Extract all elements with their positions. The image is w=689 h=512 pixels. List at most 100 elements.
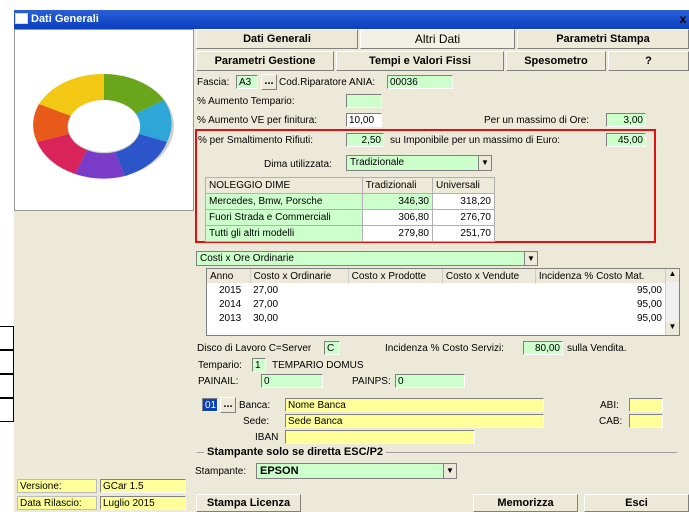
costi-cell: 95,00 xyxy=(636,298,662,310)
fascia-field[interactable]: A3 xyxy=(236,75,258,89)
company-logo xyxy=(14,29,194,211)
iban-field[interactable] xyxy=(285,430,475,444)
tab-tempi-valori-fissi[interactable]: Tempi e Valori Fissi xyxy=(336,51,504,71)
aumento-ve-field[interactable]: 10,00 xyxy=(346,113,382,127)
tab-parametri-stampa[interactable]: Parametri Stampa xyxy=(517,29,689,49)
cod-riparatore-label: Cod.Riparatore ANIA: xyxy=(279,77,376,88)
costi-header-prodotte: Costo x Prodotte xyxy=(348,269,443,283)
stampante-select[interactable]: EPSON ▼ xyxy=(256,463,457,479)
banca-lookup-button[interactable]: ... xyxy=(220,397,236,413)
painps-field[interactable]: 0 xyxy=(395,374,465,388)
title-bar: Dati Generali x xyxy=(14,10,689,29)
fascia-lookup-button[interactable]: ... xyxy=(261,74,277,90)
costi-select-value: Costi x Ore Ordinarie xyxy=(200,253,294,264)
costi-cell: 27,00 xyxy=(253,298,279,310)
abi-field[interactable] xyxy=(629,398,663,412)
dima-label: Dima utilizzata: xyxy=(264,159,332,170)
dati-generali-window: Dati Generali x Dati Generali Altri Dati… xyxy=(14,10,689,512)
table-row: Fuori Strada e Commerciali 306,80 276,70 xyxy=(205,209,495,226)
painps-label: PAINPS: xyxy=(352,376,391,387)
dime-cell[interactable]: 251,70 xyxy=(432,225,495,242)
costi-cell xyxy=(442,297,535,311)
iban-label: IBAN xyxy=(255,432,279,443)
tab-help[interactable]: ? xyxy=(608,51,689,71)
cod-riparatore-field[interactable]: 00036 xyxy=(387,75,453,89)
dime-cell[interactable]: 346,30 xyxy=(361,193,434,210)
close-icon[interactable]: x xyxy=(677,12,689,26)
costi-cell xyxy=(348,283,442,297)
dime-header-tradizionali: Tradizionali xyxy=(361,177,434,194)
massimo-ore-label: Per un massimo di Ore: xyxy=(484,115,590,126)
tab-dati-generali[interactable]: Dati Generali xyxy=(196,29,358,49)
costi-cell: 27,00 xyxy=(253,284,279,296)
costi-header-incidenza: Incidenza % Costo Mat. xyxy=(538,270,645,282)
left-edge-tab-2 xyxy=(0,350,14,374)
data-rilascio-label: Data Rilascio: xyxy=(17,496,97,510)
noleggio-dime-table: NOLEGGIO DIME Tradizionali Universali Me… xyxy=(205,177,495,242)
costi-scrollbar[interactable]: ▲ ▼ xyxy=(665,269,679,335)
imponibile-label: su Imponibile per un massimo di Euro: xyxy=(390,135,561,146)
fascia-label: Fascia: xyxy=(197,77,230,88)
window-icon xyxy=(15,13,28,24)
costi-cell: 2015 xyxy=(219,284,242,296)
tempario-number-field[interactable]: 1 xyxy=(252,358,266,372)
dime-header-name: NOLEGGIO DIME xyxy=(205,177,363,194)
costi-cell: 95,00 xyxy=(636,312,662,324)
left-edge-tab-4 xyxy=(0,398,14,422)
window-title: Dati Generali xyxy=(31,13,99,25)
costi-cell: 95,00 xyxy=(636,284,662,296)
table-row[interactable]: 2013 30,00 95,00 xyxy=(207,311,665,325)
aumento-tempario-label: % Aumento Tempario: xyxy=(197,96,295,107)
dime-cell[interactable]: 276,70 xyxy=(432,209,495,226)
chevron-down-icon[interactable]: ▼ xyxy=(443,464,456,478)
smaltimento-field[interactable]: 2,50 xyxy=(346,133,384,147)
sede-label: Sede: xyxy=(243,416,270,427)
imponibile-field[interactable]: 45,00 xyxy=(606,133,646,147)
tempario-name-label: TEMPARIO DOMUS xyxy=(272,360,364,371)
left-edge-tab-1 xyxy=(0,326,14,350)
tab-spesometro[interactable]: Spesometro xyxy=(506,51,606,71)
sulla-vendita-label: sulla Vendita. xyxy=(567,343,627,354)
dime-header-universali: Universali xyxy=(432,177,495,194)
disco-label: Disco di Lavoro C=Server xyxy=(197,343,312,354)
scroll-up-icon[interactable]: ▲ xyxy=(666,269,679,282)
costi-cell: 30,00 xyxy=(253,312,279,324)
banca-code-field[interactable]: 01 xyxy=(202,398,218,412)
tab-altri-dati[interactable]: Altri Dati xyxy=(360,29,515,49)
costi-cell: 2013 xyxy=(219,312,242,324)
table-row: Mercedes, Bmw, Porsche 346,30 318,20 xyxy=(205,193,495,210)
stampante-select-value: EPSON xyxy=(260,465,299,477)
abi-label: ABI: xyxy=(600,400,619,411)
massimo-ore-field[interactable]: 3,00 xyxy=(606,113,646,127)
aumento-tempario-field[interactable] xyxy=(346,94,382,108)
dima-select[interactable]: Tradizionale ▼ xyxy=(346,155,492,171)
costi-cell: 2014 xyxy=(219,298,242,310)
cab-field[interactable] xyxy=(629,414,663,428)
chevron-down-icon[interactable]: ▼ xyxy=(478,156,491,170)
costi-header-vendute: Costo x Vendute xyxy=(442,269,536,283)
dime-cell[interactable]: 318,20 xyxy=(432,193,495,210)
dime-cell[interactable]: 306,80 xyxy=(361,209,434,226)
costi-select[interactable]: Costi x Ore Ordinarie ▼ xyxy=(196,251,538,266)
costi-header-anno: Anno xyxy=(207,269,251,283)
tab-parametri-gestione[interactable]: Parametri Gestione xyxy=(196,51,334,71)
dime-cell[interactable]: 279,80 xyxy=(361,225,434,242)
stampa-licenza-button[interactable]: Stampa Licenza xyxy=(196,494,301,512)
memorizza-button[interactable]: Memorizza xyxy=(473,494,578,512)
disco-field[interactable]: C xyxy=(324,341,340,355)
incidenza-servizi-field[interactable]: 80,00 xyxy=(523,341,563,355)
versione-field: GCar 1.5 xyxy=(100,479,186,493)
incidenza-servizi-label: Incidenza % Costo Servizi: xyxy=(385,343,504,354)
painail-field[interactable]: 0 xyxy=(261,374,323,388)
painail-label: PAINAIL: xyxy=(198,376,239,387)
costi-cell xyxy=(348,311,442,325)
esci-button[interactable]: Esci xyxy=(584,494,689,512)
scroll-down-icon[interactable]: ▼ xyxy=(666,322,679,335)
chevron-down-icon[interactable]: ▼ xyxy=(524,252,537,265)
table-row[interactable]: 2015 27,00 95,00 xyxy=(207,283,665,297)
sede-field[interactable]: Sede Banca xyxy=(285,414,544,428)
dime-row-name: Fuori Strada e Commerciali xyxy=(205,209,363,226)
cab-label: CAB: xyxy=(599,416,623,427)
table-row[interactable]: 2014 27,00 95,00 xyxy=(207,297,665,311)
banca-field[interactable]: Nome Banca xyxy=(285,398,544,412)
